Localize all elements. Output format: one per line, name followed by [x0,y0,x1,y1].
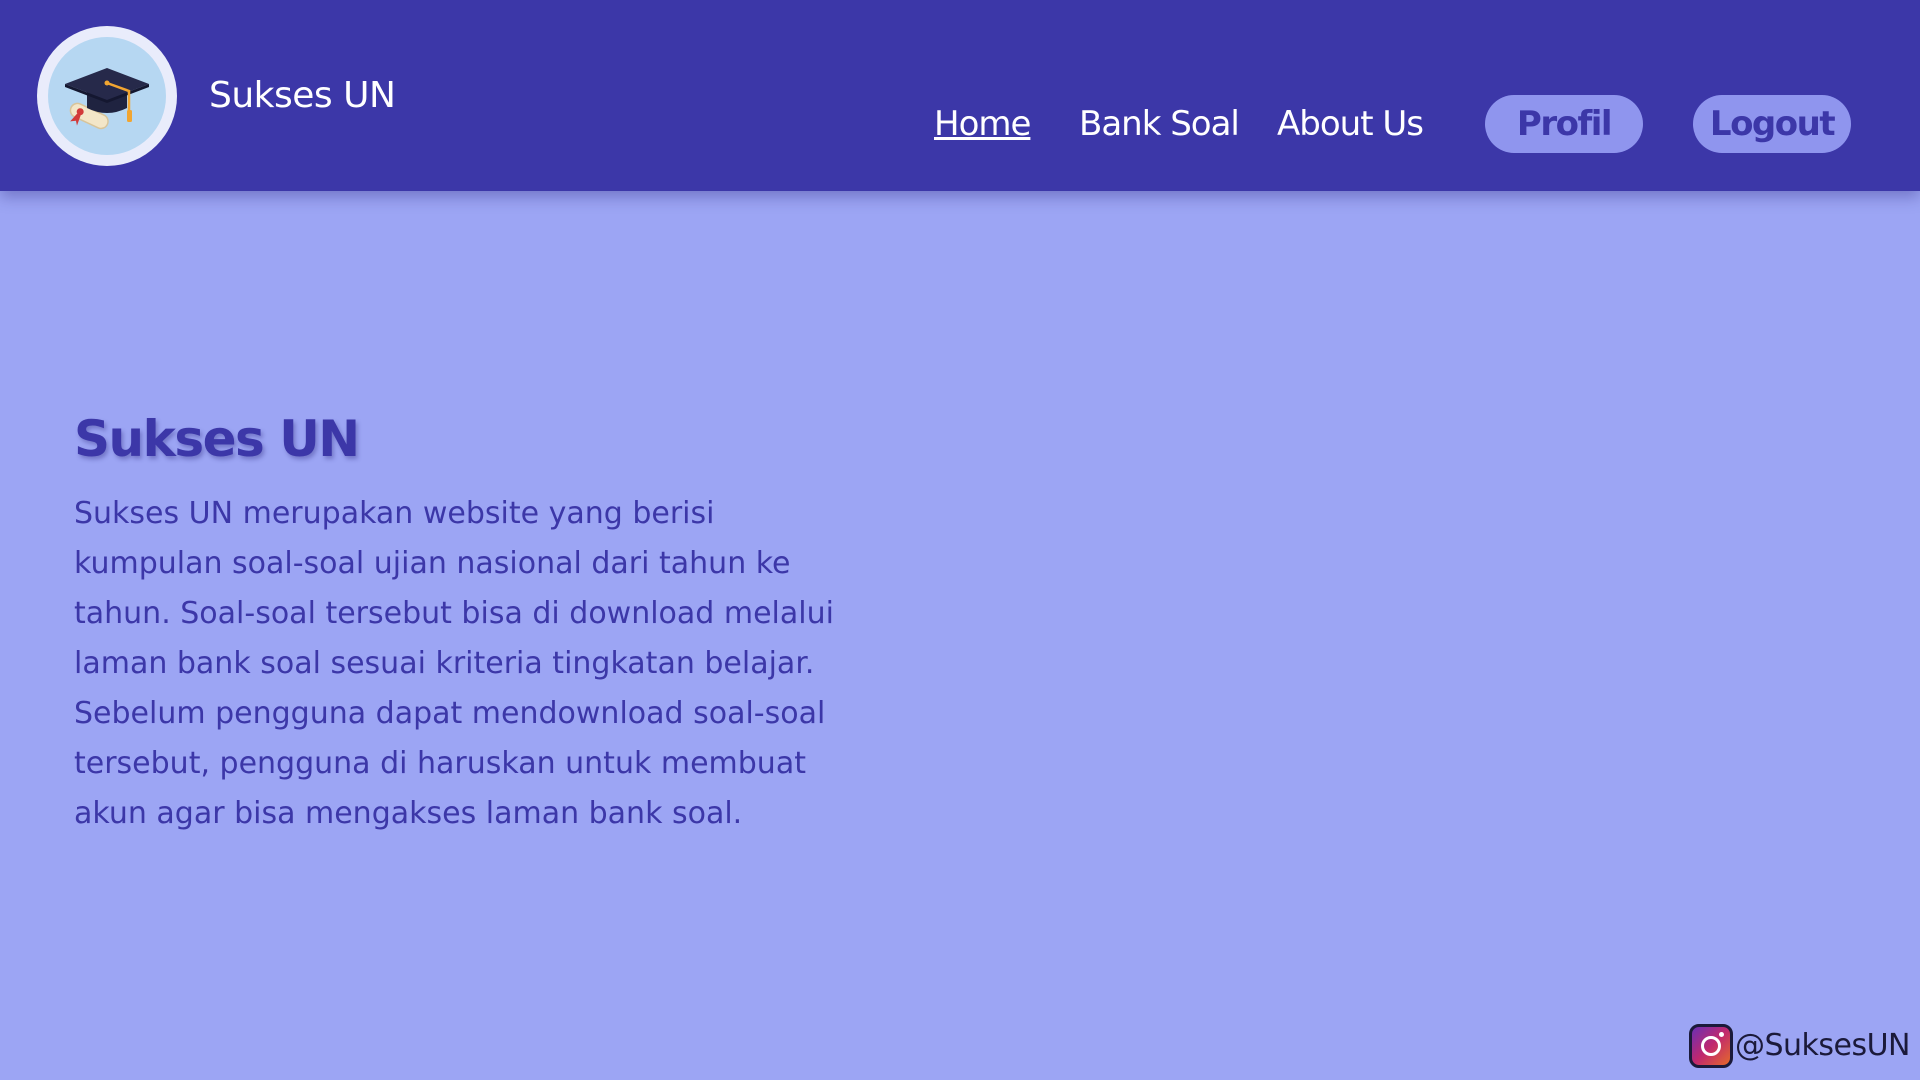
profil-button[interactable]: Profil [1485,95,1643,153]
brand-name[interactable]: Sukses UN [209,70,396,122]
social-link[interactable]: @SuksesUN [1688,1024,1911,1068]
instagram-icon[interactable] [1688,1024,1733,1068]
nav-bank-soal-link[interactable]: Bank Soal [1079,100,1240,148]
hero-title: Sukses UN [74,410,360,468]
nav-about-us-link[interactable]: About Us [1277,100,1424,148]
navbar: Sukses UN Home Bank Soal About Us Profil… [0,0,1920,191]
logo-badge [48,37,166,155]
social-handle[interactable]: @SuksesUN [1735,1024,1911,1068]
nav-home-link[interactable]: Home [934,100,1031,148]
logo[interactable] [37,26,177,166]
logout-button[interactable]: Logout [1693,95,1851,153]
hero-description: Sukses UN merupakan website yang berisi … [74,496,834,831]
graduation-cap-icon [65,68,149,130]
